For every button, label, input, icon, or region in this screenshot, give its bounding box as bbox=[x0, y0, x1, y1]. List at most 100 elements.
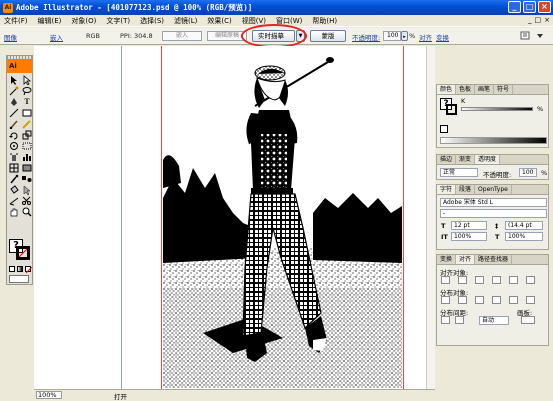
tab-color[interactable]: 颜色 bbox=[437, 85, 457, 94]
distribute-top-icon[interactable] bbox=[441, 296, 450, 304]
mesh-tool-icon[interactable] bbox=[8, 163, 20, 173]
direct-selection-tool-icon[interactable] bbox=[21, 75, 33, 85]
tab-align[interactable]: 对齐 bbox=[456, 255, 476, 264]
spacing-value-select[interactable]: 自动 bbox=[479, 316, 509, 325]
free-transform-tool-icon[interactable] bbox=[21, 141, 33, 151]
distribute-bottom-icon[interactable] bbox=[475, 296, 484, 304]
control-menu-icon[interactable] bbox=[535, 31, 545, 41]
tab-gradient[interactable]: 渐变 bbox=[456, 155, 476, 164]
line-tool-icon[interactable] bbox=[8, 108, 20, 118]
menu-effect[interactable]: 效果(C) bbox=[202, 16, 236, 26]
magic-wand-tool-icon[interactable] bbox=[8, 86, 20, 96]
close-button[interactable]: × bbox=[538, 1, 551, 13]
selection-tool-icon[interactable] bbox=[8, 75, 20, 85]
align-vcenter-icon[interactable] bbox=[509, 276, 518, 284]
zoom-tool-icon[interactable] bbox=[21, 207, 33, 217]
align-top-icon[interactable] bbox=[492, 276, 501, 284]
menu-file[interactable]: 文件(F) bbox=[0, 16, 33, 26]
stroke-swatch[interactable] bbox=[16, 246, 30, 260]
color-mode-button[interactable] bbox=[9, 266, 15, 272]
eyedropper-tool-icon[interactable] bbox=[8, 174, 20, 184]
gradient-mode-button[interactable] bbox=[17, 266, 23, 272]
menu-edit[interactable]: 编辑(E) bbox=[33, 16, 67, 26]
distribute-hspace-icon[interactable] bbox=[455, 316, 464, 324]
opacity-input[interactable]: 100 bbox=[383, 31, 401, 41]
lasso-tool-icon[interactable] bbox=[21, 86, 33, 96]
maximize-button[interactable]: □ bbox=[523, 1, 536, 13]
scissors-tool-icon[interactable] bbox=[21, 196, 33, 206]
hand-tool-icon[interactable] bbox=[8, 207, 20, 217]
opacity-dropdown[interactable]: ▸ bbox=[401, 31, 408, 41]
menu-type[interactable]: 文字(T) bbox=[101, 16, 135, 26]
menu-help[interactable]: 帮助(H) bbox=[307, 16, 342, 26]
distribute-vcenter-icon[interactable] bbox=[458, 296, 467, 304]
distribute-right-icon[interactable] bbox=[526, 296, 535, 304]
blend-tool-icon[interactable] bbox=[21, 174, 33, 184]
tab-swatches[interactable]: 色板 bbox=[456, 85, 476, 94]
white-swatch[interactable] bbox=[440, 125, 448, 133]
tab-transform[interactable]: 变换 bbox=[437, 255, 457, 264]
doc-minimize-button[interactable]: _ bbox=[528, 16, 532, 24]
menu-select[interactable]: 选择(S) bbox=[135, 16, 169, 26]
font-family-select[interactable]: Adobe 宋体 Std L bbox=[440, 198, 547, 207]
doc-restore-button[interactable]: □ bbox=[535, 16, 542, 24]
control-panel-icon[interactable] bbox=[520, 30, 530, 41]
live-paint-bucket-tool-icon[interactable] bbox=[8, 185, 20, 195]
warp-tool-icon[interactable] bbox=[8, 141, 20, 151]
pen-tool-icon[interactable] bbox=[8, 97, 20, 107]
tab-transparency[interactable]: 透明度 bbox=[475, 155, 501, 164]
menu-object[interactable]: 对象(O) bbox=[66, 16, 101, 26]
golfer-image[interactable] bbox=[163, 48, 402, 388]
column-graph-tool-icon[interactable] bbox=[21, 152, 33, 162]
align-left-icon[interactable] bbox=[441, 276, 450, 284]
menu-filter[interactable]: 滤镜(L) bbox=[169, 16, 202, 26]
align-link[interactable]: 对齐 bbox=[419, 32, 432, 42]
opacity-link[interactable]: 不透明度: bbox=[352, 32, 380, 42]
color-spectrum-bar[interactable] bbox=[440, 137, 547, 144]
vertical-scrollbar[interactable] bbox=[426, 46, 435, 389]
align-bottom-icon[interactable] bbox=[526, 276, 535, 284]
tab-symbols[interactable]: 符号 bbox=[494, 85, 514, 94]
scale-tool-icon[interactable] bbox=[21, 130, 33, 140]
slice-tool-icon[interactable] bbox=[8, 196, 20, 206]
zoom-level-select[interactable]: 100% bbox=[36, 391, 62, 399]
align-to-artboard-icon[interactable] bbox=[521, 316, 535, 324]
pencil-tool-icon[interactable] bbox=[21, 119, 33, 129]
transparency-opacity-input[interactable]: 100 bbox=[519, 168, 537, 177]
fill-stroke-control[interactable]: ? bbox=[9, 239, 31, 261]
distribute-hcenter-icon[interactable] bbox=[509, 296, 518, 304]
gradient-tool-icon[interactable] bbox=[21, 163, 33, 173]
leading-input[interactable]: (14.4 pt bbox=[505, 221, 543, 230]
tab-paragraph[interactable]: 段落 bbox=[456, 185, 476, 194]
image-link[interactable]: 图像 bbox=[4, 32, 17, 42]
k-slider[interactable] bbox=[461, 107, 533, 111]
horizontal-scale-input[interactable]: 100% bbox=[505, 232, 543, 241]
font-style-select[interactable]: - bbox=[440, 209, 547, 218]
minimize-button[interactable]: _ bbox=[508, 1, 521, 13]
symbol-sprayer-tool-icon[interactable] bbox=[8, 152, 20, 162]
none-mode-button[interactable] bbox=[25, 266, 32, 273]
vertical-scale-input[interactable]: 100% bbox=[451, 232, 487, 241]
tab-brushes[interactable]: 画笔 bbox=[475, 85, 495, 94]
type-tool-icon[interactable]: T bbox=[21, 97, 33, 107]
blend-mode-select[interactable]: 正常 bbox=[440, 168, 478, 177]
tab-stroke[interactable]: 描边 bbox=[437, 155, 457, 164]
embed-link[interactable]: 嵌入 bbox=[50, 32, 63, 42]
tab-character[interactable]: 字符 bbox=[437, 185, 457, 194]
distribute-vspace-icon[interactable] bbox=[441, 316, 450, 324]
transform-link[interactable]: 变换 bbox=[436, 32, 449, 42]
tab-opentype[interactable]: OpenType bbox=[475, 185, 512, 194]
rectangle-tool-icon[interactable] bbox=[21, 108, 33, 118]
color-panel-stroke-swatch[interactable] bbox=[446, 104, 457, 115]
align-right-icon[interactable] bbox=[475, 276, 484, 284]
distribute-left-icon[interactable] bbox=[492, 296, 501, 304]
tab-pathfinder[interactable]: 路径查找器 bbox=[475, 255, 513, 264]
screen-mode-button[interactable] bbox=[9, 275, 29, 283]
mask-button[interactable]: 蒙版 bbox=[310, 30, 346, 42]
embed-button[interactable]: 嵌入 bbox=[162, 31, 202, 41]
paintbrush-tool-icon[interactable] bbox=[8, 119, 20, 129]
rotate-tool-icon[interactable] bbox=[8, 130, 20, 140]
font-size-input[interactable]: 12 pt bbox=[451, 221, 487, 230]
live-paint-selection-tool-icon[interactable] bbox=[21, 185, 33, 195]
doc-close-button[interactable]: × bbox=[544, 16, 550, 24]
